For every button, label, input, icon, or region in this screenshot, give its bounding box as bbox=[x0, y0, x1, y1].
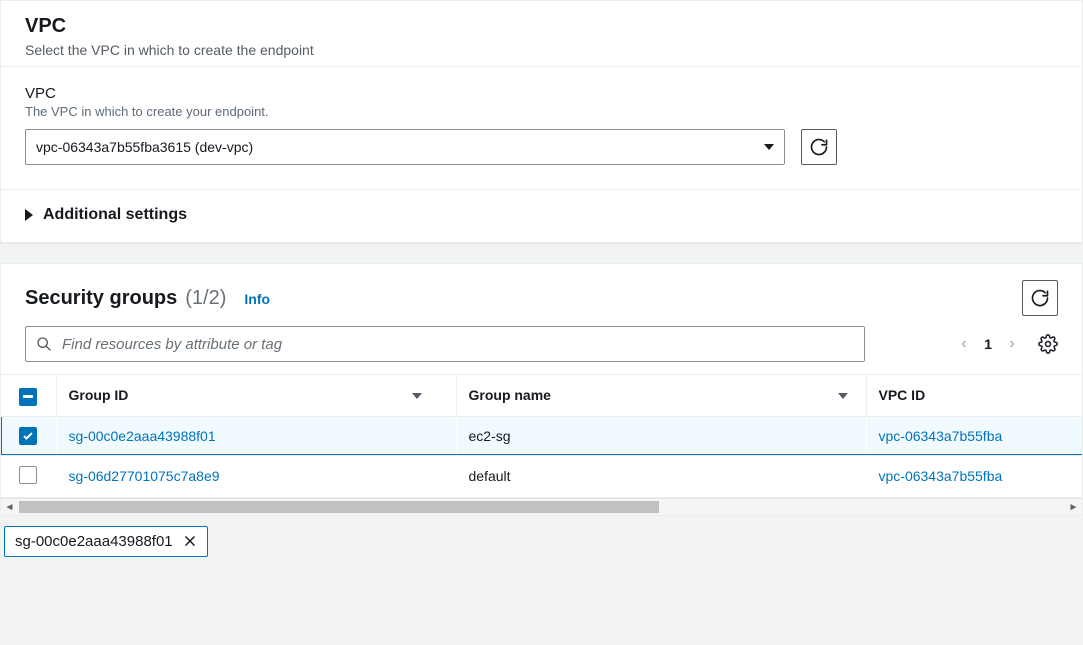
vpc-id-link[interactable]: vpc-06343a7b55fba bbox=[879, 428, 1003, 444]
security-groups-table: Group ID Group name VPC ID bbox=[1, 374, 1082, 498]
column-header-group-name[interactable]: Group name bbox=[456, 375, 866, 417]
vpc-section: VPC Select the VPC in which to create th… bbox=[0, 0, 1083, 243]
additional-settings-label: Additional settings bbox=[43, 206, 187, 224]
scroll-right-button[interactable]: ► bbox=[1065, 499, 1082, 516]
horizontal-scrollbar[interactable]: ◄ ► bbox=[1, 498, 1082, 515]
table-row[interactable]: sg-06d27701075c7a8e9 default vpc-06343a7… bbox=[1, 455, 1082, 497]
remove-tag-button[interactable] bbox=[183, 534, 197, 548]
check-icon bbox=[22, 430, 34, 442]
scrollbar-thumb[interactable] bbox=[19, 501, 659, 513]
vpc-section-body: VPC The VPC in which to create your endp… bbox=[1, 66, 1082, 190]
selected-tags-row: sg-00c0e2aaa43988f01 bbox=[0, 516, 1083, 567]
table-settings-button[interactable] bbox=[1038, 334, 1058, 354]
vpc-id-link[interactable]: vpc-06343a7b55fba bbox=[879, 468, 1003, 484]
vpc-field-description: The VPC in which to create your endpoint… bbox=[25, 104, 1058, 119]
page-next-button[interactable] bbox=[1006, 336, 1018, 352]
page-number: 1 bbox=[984, 336, 992, 352]
group-id-link[interactable]: sg-00c0e2aaa43988f01 bbox=[69, 428, 216, 444]
vpc-field-label: VPC bbox=[25, 85, 1058, 102]
gear-icon bbox=[1038, 334, 1058, 354]
refresh-icon bbox=[810, 138, 828, 156]
pagination: 1 bbox=[958, 336, 1018, 352]
selected-sg-tag-label: sg-00c0e2aaa43988f01 bbox=[15, 533, 173, 550]
refresh-security-groups-button[interactable] bbox=[1022, 280, 1058, 316]
refresh-icon bbox=[1031, 289, 1049, 307]
security-groups-title-row: Security groups (1/2) Info bbox=[25, 287, 270, 310]
sort-icon bbox=[428, 393, 438, 399]
security-groups-search[interactable] bbox=[25, 326, 865, 362]
security-groups-title: Security groups bbox=[25, 287, 177, 310]
scroll-left-button[interactable]: ◄ bbox=[1, 499, 18, 516]
vpc-section-subtitle: Select the VPC in which to create the en… bbox=[25, 42, 1058, 58]
chevron-right-icon bbox=[1006, 336, 1018, 352]
search-icon bbox=[36, 336, 52, 352]
vpc-section-header: VPC Select the VPC in which to create th… bbox=[1, 1, 1082, 66]
security-groups-section: Security groups (1/2) Info 1 bbox=[0, 263, 1083, 516]
column-header-vpc-id[interactable]: VPC ID bbox=[866, 375, 1082, 417]
security-groups-count: (1/2) bbox=[185, 287, 226, 310]
vpc-select[interactable]: vpc-06343a7b55fba3615 (dev-vpc) bbox=[25, 129, 785, 165]
column-header-group-id[interactable]: Group ID bbox=[56, 375, 456, 417]
vpc-select-value: vpc-06343a7b55fba3615 (dev-vpc) bbox=[36, 139, 253, 155]
row-checkbox[interactable] bbox=[19, 427, 37, 445]
chevron-left-icon bbox=[958, 336, 970, 352]
row-checkbox[interactable] bbox=[19, 466, 37, 484]
table-row[interactable]: sg-00c0e2aaa43988f01 ec2-sg vpc-06343a7b… bbox=[1, 416, 1082, 455]
select-all-header[interactable] bbox=[1, 375, 56, 417]
group-id-link[interactable]: sg-06d27701075c7a8e9 bbox=[69, 468, 220, 484]
select-all-checkbox[interactable] bbox=[19, 388, 37, 406]
group-name-text: default bbox=[469, 468, 511, 484]
caret-right-icon bbox=[25, 209, 33, 221]
close-icon bbox=[183, 534, 197, 548]
selected-sg-tag: sg-00c0e2aaa43988f01 bbox=[4, 526, 208, 557]
page-prev-button[interactable] bbox=[958, 336, 970, 352]
group-name-text: ec2-sg bbox=[469, 428, 511, 444]
additional-settings-accordion[interactable]: Additional settings bbox=[1, 190, 1082, 242]
vpc-section-title: VPC bbox=[25, 15, 1058, 38]
info-link[interactable]: Info bbox=[244, 291, 270, 307]
caret-down-icon bbox=[764, 144, 774, 150]
security-groups-table-wrap: Group ID Group name VPC ID bbox=[1, 374, 1082, 498]
security-groups-search-input[interactable] bbox=[62, 336, 854, 353]
sort-icon bbox=[838, 393, 848, 399]
refresh-vpc-button[interactable] bbox=[801, 129, 837, 165]
sort-icon bbox=[412, 393, 422, 399]
